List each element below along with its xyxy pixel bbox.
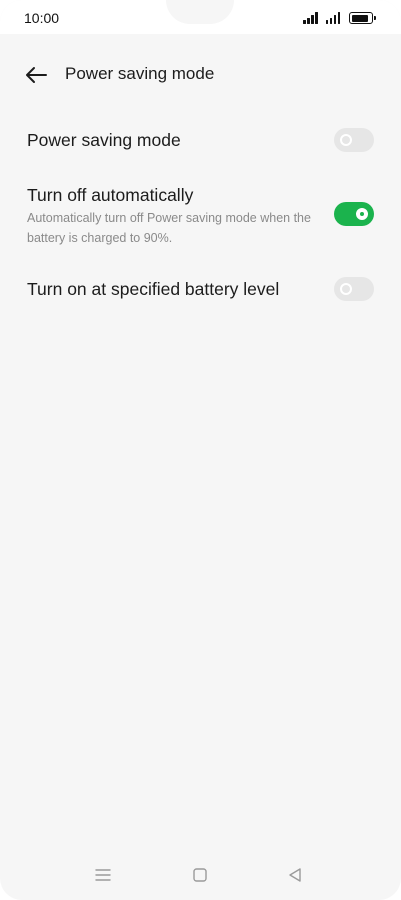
navigation-bar bbox=[0, 850, 401, 900]
setting-title: Turn off automatically bbox=[27, 185, 194, 205]
page-header: Power saving mode bbox=[0, 50, 401, 100]
toggle-knob bbox=[340, 134, 352, 146]
menu-icon bbox=[95, 869, 111, 881]
arrow-left-icon bbox=[26, 67, 47, 83]
power-saving-mode-toggle[interactable] bbox=[334, 128, 374, 152]
back-button[interactable] bbox=[20, 61, 52, 89]
signal-icon bbox=[325, 12, 340, 24]
setting-title: Power saving mode bbox=[27, 130, 181, 150]
battery-icon bbox=[349, 12, 376, 24]
setting-title: Turn on at specified battery level bbox=[27, 279, 280, 299]
battery-level-fill bbox=[351, 14, 368, 22]
signal-icon bbox=[303, 12, 318, 24]
turn-off-automatically-toggle[interactable] bbox=[334, 202, 374, 226]
setting-description: Automatically turn off Power saving mode… bbox=[27, 211, 311, 245]
toggle-knob bbox=[356, 208, 368, 220]
toggle-knob bbox=[340, 283, 352, 295]
phone-screen: 10:00 Power saving mode Power saving mod… bbox=[0, 0, 401, 900]
camera-notch bbox=[166, 0, 234, 24]
page-title: Power saving mode bbox=[65, 64, 215, 83]
setting-turn-on-at-battery-level[interactable]: Turn on at specified battery level bbox=[0, 268, 401, 310]
turn-on-at-battery-level-toggle[interactable] bbox=[334, 277, 374, 301]
status-bar: 10:00 bbox=[0, 0, 401, 34]
back-triangle-icon bbox=[289, 868, 301, 882]
recents-button[interactable] bbox=[91, 863, 115, 887]
setting-turn-off-automatically[interactable]: Turn off automatically Automatically tur… bbox=[0, 176, 401, 250]
nav-back-button[interactable] bbox=[283, 863, 307, 887]
setting-power-saving-mode[interactable]: Power saving mode bbox=[0, 120, 401, 162]
status-icons bbox=[303, 11, 376, 24]
status-time: 10:00 bbox=[24, 10, 60, 26]
home-icon bbox=[193, 868, 207, 882]
home-button[interactable] bbox=[188, 863, 212, 887]
